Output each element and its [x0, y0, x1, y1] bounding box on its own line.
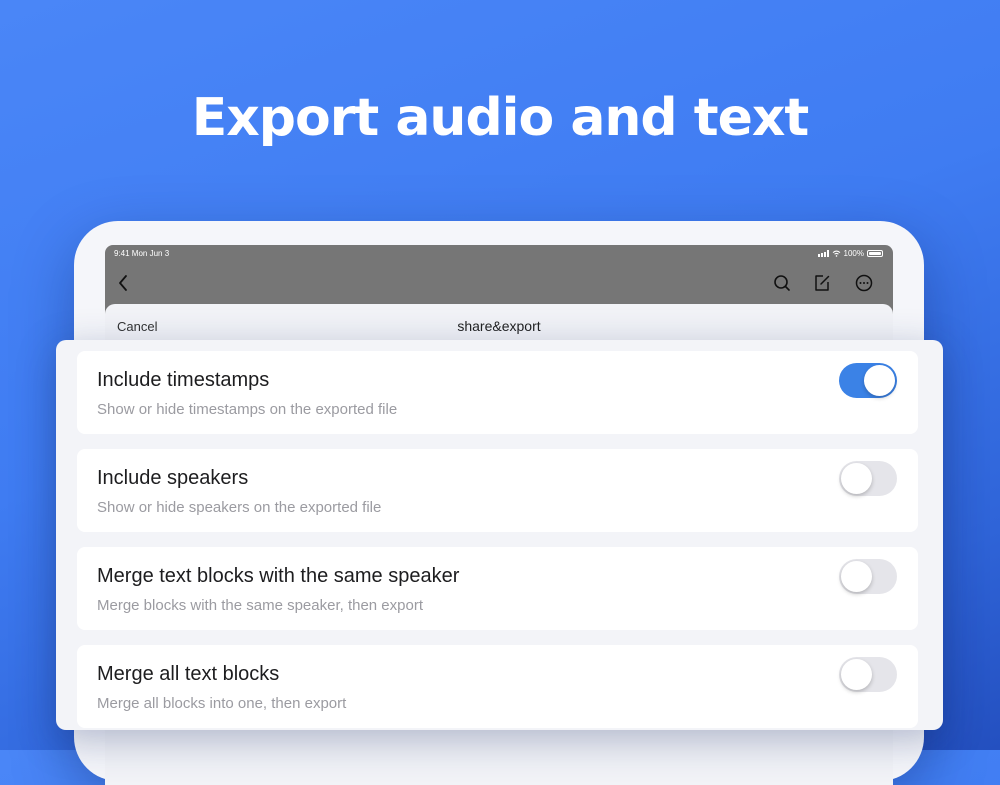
search-icon[interactable]	[771, 272, 793, 294]
toggle-include-timestamps[interactable]	[839, 363, 897, 398]
option-merge-all-blocks: Merge all text blocks Merge all blocks i…	[77, 645, 918, 728]
toggle-knob	[841, 659, 872, 690]
toggle-merge-same-speaker[interactable]	[839, 559, 897, 594]
status-bar: 9:41 Mon Jun 3 100%	[105, 245, 893, 265]
toggle-knob	[841, 463, 872, 494]
nav-bar	[105, 269, 893, 297]
option-description: Show or hide timestamps on the exported …	[97, 401, 398, 418]
battery-percent: 100%	[843, 249, 864, 258]
option-title: Include speakers	[97, 467, 249, 489]
option-title: Include timestamps	[97, 369, 270, 391]
wifi-icon	[832, 250, 840, 257]
status-indicators: 100%	[817, 249, 883, 258]
export-options-panel: Include timestamps Show or hide timestam…	[56, 340, 943, 730]
sheet-title: share&export	[457, 318, 541, 334]
option-title: Merge all text blocks	[97, 663, 280, 685]
option-include-speakers: Include speakers Show or hide speakers o…	[77, 449, 918, 532]
option-description: Show or hide speakers on the exported fi…	[97, 499, 382, 516]
option-title: Merge text blocks with the same speaker	[97, 565, 460, 587]
toggle-knob	[864, 365, 895, 396]
option-description: Merge all blocks into one, then export	[97, 695, 347, 712]
option-description: Merge blocks with the same speaker, then…	[97, 597, 424, 614]
toggle-merge-all-blocks[interactable]	[839, 657, 897, 692]
more-icon[interactable]	[853, 272, 875, 294]
back-icon[interactable]	[113, 272, 135, 294]
headline: Export audio and text	[191, 88, 810, 148]
toggle-include-speakers[interactable]	[839, 461, 897, 496]
signal-icon	[817, 250, 829, 257]
option-merge-same-speaker: Merge text blocks with the same speaker …	[77, 547, 918, 630]
option-include-timestamps: Include timestamps Show or hide timestam…	[77, 351, 918, 434]
battery-icon	[867, 250, 883, 257]
edit-icon[interactable]	[811, 272, 833, 294]
status-time: 9:41 Mon Jun 3	[114, 249, 170, 258]
toggle-knob	[841, 561, 872, 592]
